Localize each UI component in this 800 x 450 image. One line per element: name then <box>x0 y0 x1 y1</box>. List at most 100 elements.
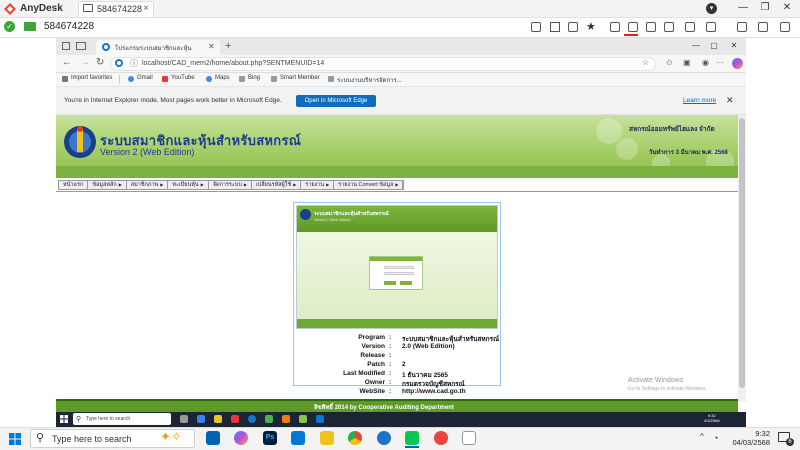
forward-icon[interactable]: → <box>80 57 90 68</box>
fav-management[interactable]: ระบบงานบริหารจัดการ... <box>337 75 402 85</box>
learn-more-link[interactable]: Learn more <box>683 97 716 104</box>
fav-import[interactable]: Import favorites <box>71 75 112 81</box>
menu-convert-reports[interactable]: รายงาน Convert ข้อมูล ▶ <box>334 181 404 189</box>
remote-desktop[interactable]: โปรแกรมระบบสมาชิกและหุ้น ✕ + — ▢ ✕ ← → ↻… <box>56 38 746 412</box>
edge-icon[interactable] <box>197 415 205 423</box>
google-icon <box>128 76 134 82</box>
hourglass-icon[interactable] <box>550 22 560 32</box>
more-menu-icon[interactable]: ··· <box>716 58 724 67</box>
remote-search-placeholder: Type here to search <box>86 416 131 422</box>
maximize-button[interactable]: ❐ <box>758 2 772 13</box>
active-app-indicator <box>405 446 419 448</box>
task-view-icon[interactable] <box>180 415 188 423</box>
page-icon <box>239 76 245 82</box>
login-username-field <box>384 266 414 269</box>
minimize-button[interactable]: — <box>736 2 750 13</box>
info-row-owner: Owner: กรมตรวจบัญชีสหกรณ์ <box>364 379 465 388</box>
anydesk-menu-button[interactable]: ▾ <box>706 3 717 14</box>
record-icon[interactable] <box>706 22 716 32</box>
close-tab-icon[interactable]: ✕ <box>208 42 215 51</box>
privacy-icon[interactable] <box>664 22 674 32</box>
site-info-icon[interactable]: ⓘ <box>130 58 138 69</box>
fav-gmail[interactable]: Gmail <box>137 75 153 81</box>
fav-bing[interactable]: Bing <box>248 75 260 81</box>
minimize-button[interactable]: — <box>690 41 702 50</box>
menu-master-data[interactable]: ข้อมูลหลัก ▶ <box>88 181 127 189</box>
photoshop-icon[interactable]: Ps <box>263 431 277 445</box>
login-box-header <box>370 257 422 261</box>
menu-system[interactable]: จัดการระบบ ▶ <box>209 181 252 189</box>
close-tab-icon[interactable]: × <box>143 3 149 14</box>
app-icon[interactable] <box>282 415 290 423</box>
file-explorer-icon[interactable] <box>320 431 334 445</box>
profile-icon[interactable]: ◉ <box>702 58 709 67</box>
search-icon: ⚲ <box>36 432 45 444</box>
app-icon[interactable] <box>265 415 273 423</box>
scrollbar-thumb[interactable] <box>739 118 745 388</box>
menu-change-password[interactable]: เปลี่ยนรหัสผู้ใช้ ▶ <box>252 181 302 189</box>
anydesk-icon[interactable] <box>434 431 448 445</box>
ie-mode-icon[interactable] <box>115 59 123 67</box>
open-in-edge-button[interactable]: Open in Microsoft Edge <box>296 95 376 107</box>
fav-youtube[interactable]: YouTube <box>171 75 195 81</box>
divider <box>119 75 120 84</box>
page-icon <box>328 76 334 82</box>
tab-actions-icon[interactable] <box>62 42 70 50</box>
search-highlight-icon[interactable]: ✦✧ <box>160 429 182 445</box>
outlook-icon[interactable] <box>291 431 305 445</box>
windows-start-icon[interactable] <box>9 433 21 445</box>
network-icon[interactable]: ◔ <box>713 433 718 443</box>
copilot-icon[interactable] <box>234 431 248 445</box>
favorite-star-icon[interactable]: ☆ <box>642 58 649 67</box>
taskbar-clock[interactable]: 9:32 04/03/2568 <box>722 429 770 447</box>
plugin-icon[interactable] <box>737 22 747 32</box>
anydesk-address[interactable]: 584674228 <box>44 21 94 32</box>
fav-maps[interactable]: Maps <box>215 75 230 81</box>
display-icon[interactable] <box>646 22 656 32</box>
fav-smart-member[interactable]: Smart Member <box>280 75 320 81</box>
activate-windows-subtitle: Go to Settings to activate Windows. <box>628 386 707 392</box>
close-window-button[interactable]: ✕ <box>780 2 794 13</box>
chrome-icon[interactable] <box>348 431 362 445</box>
close-infobar-icon[interactable]: ✕ <box>726 95 734 106</box>
more-icon[interactable] <box>780 22 790 32</box>
line-icon[interactable] <box>405 431 419 445</box>
favorites-icon[interactable]: ✩ <box>666 58 673 67</box>
coin-decoration <box>616 138 638 160</box>
chevron-up-icon[interactable]: ^ <box>700 432 704 441</box>
app-icon[interactable] <box>299 415 307 423</box>
menu-share-registry[interactable]: ทะเบียนหุ้น ▶ <box>168 181 209 189</box>
file-explorer-icon[interactable] <box>214 415 222 423</box>
notepad-icon[interactable] <box>462 431 476 445</box>
cancel-button <box>400 281 412 285</box>
close-window-button[interactable]: ✕ <box>728 41 740 50</box>
menu-reports[interactable]: รายงาน ▶ <box>301 181 335 189</box>
menu-home[interactable]: หน้าแรก <box>59 181 89 189</box>
windows-start-icon[interactable] <box>60 415 68 423</box>
file-transfer-icon[interactable] <box>610 22 620 32</box>
star-icon[interactable]: ★ <box>586 20 596 33</box>
new-tab-button[interactable]: + <box>225 40 231 52</box>
youtube-icon <box>162 76 168 82</box>
collections-icon[interactable]: ▣ <box>683 58 691 67</box>
edge-browser-icon[interactable] <box>248 415 256 423</box>
app-icon[interactable] <box>231 415 239 423</box>
settings-icon[interactable] <box>685 22 695 32</box>
copilot-icon[interactable] <box>732 58 743 69</box>
bookmark-icon[interactable] <box>758 22 768 32</box>
app-icon[interactable] <box>316 415 324 423</box>
main-menu: หน้าแรก ข้อมูลหลัก ▶ สมาชิกภาพ ▶ ทะเบียนหุ… <box>58 180 405 190</box>
activate-windows-title: Activate Windows <box>628 377 684 384</box>
actions-icon[interactable] <box>628 22 638 32</box>
login-password-field <box>384 272 414 275</box>
back-icon[interactable]: ← <box>62 57 72 68</box>
refresh-icon[interactable]: ↻ <box>96 57 104 68</box>
menu-membership[interactable]: สมาชิกภาพ ▶ <box>127 181 169 189</box>
app-icon[interactable] <box>206 431 220 445</box>
url-text[interactable]: localhost/CAD_mem2/home/about.php?SENTME… <box>142 60 324 67</box>
workspaces-icon[interactable] <box>76 42 86 50</box>
keyboard-icon[interactable] <box>568 22 578 32</box>
chat-icon[interactable] <box>531 22 541 32</box>
maximize-button[interactable]: ▢ <box>708 41 720 50</box>
edge-icon[interactable] <box>377 431 391 445</box>
